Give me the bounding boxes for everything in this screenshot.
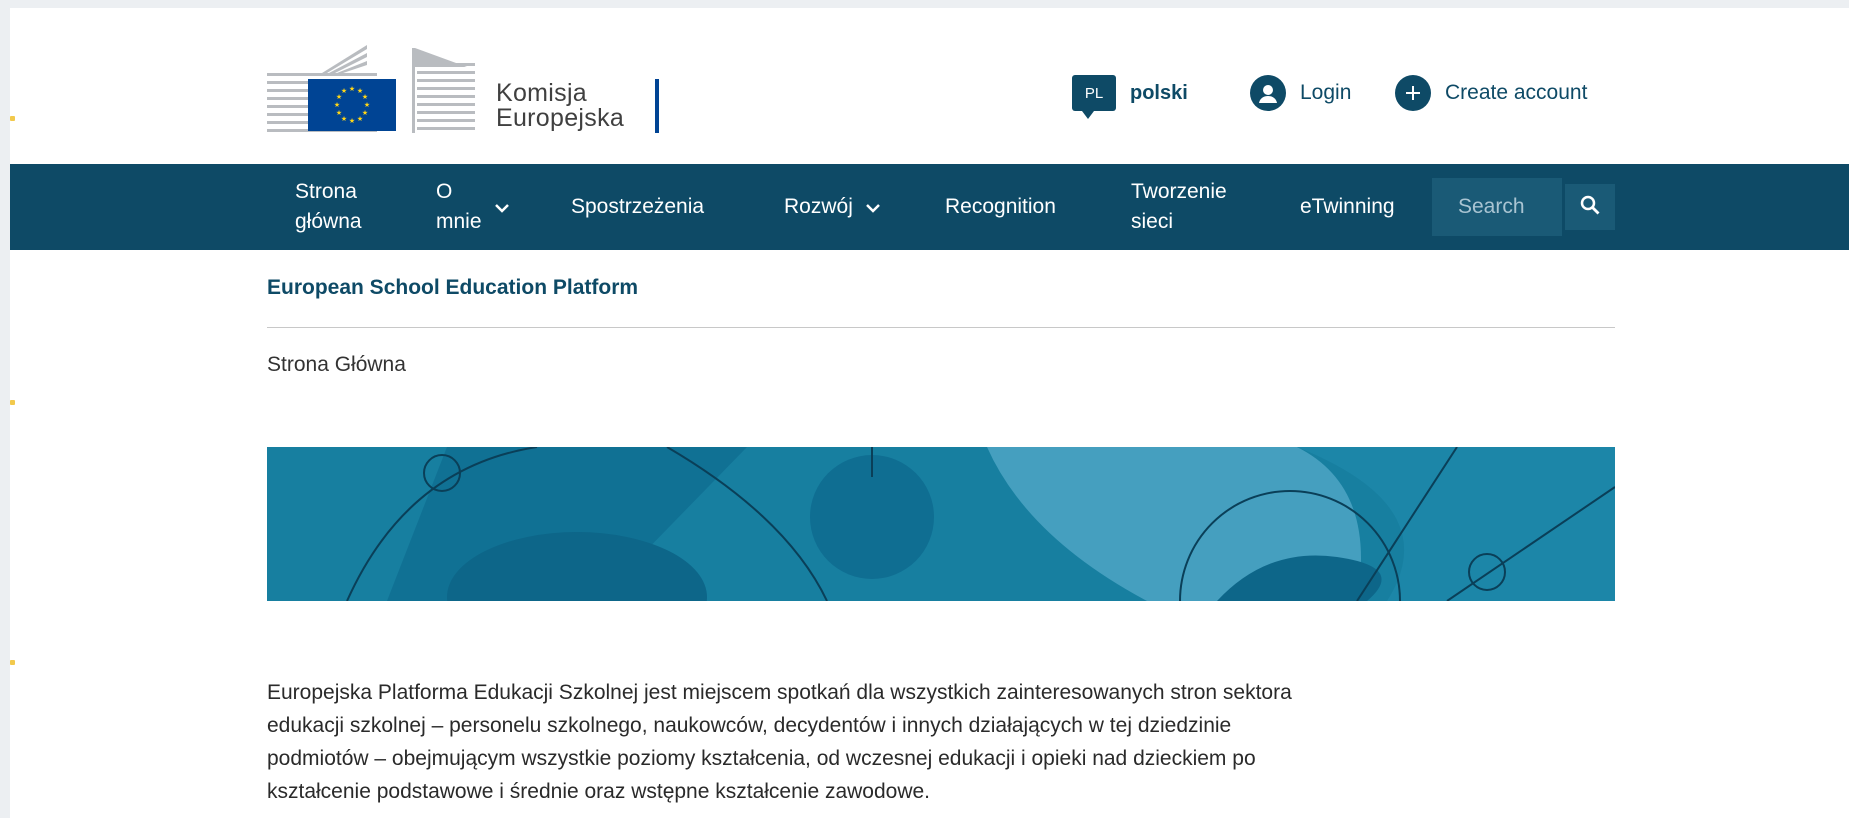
site-header: ★ ★ ★ ★ ★ ★ ★ ★ ★ ★ ★ ★ Komisja Europejska PL po… [10, 8, 1849, 164]
logo-line-2: Europejska [496, 104, 625, 132]
login-label: Login [1300, 81, 1352, 104]
ec-emblem-icon: ★ ★★ ★★★ ★★★ ★★★ [267, 45, 475, 133]
svg-text:★: ★ [336, 109, 342, 117]
nav-item-insights[interactable]: Spostrzeżenia [571, 164, 704, 250]
nav-label-line1: O [436, 180, 453, 203]
language-selector[interactable]: PL polski [1072, 73, 1188, 119]
nav-item-home[interactable]: Strona główna [295, 164, 362, 250]
european-commission-logo[interactable]: ★ ★ ★ ★ ★ ★ ★ ★ ★ ★ ★ ★ Komisja Europejska [267, 33, 662, 133]
nav-label: eTwinning [1300, 195, 1395, 218]
logo-divider [655, 79, 659, 133]
logo-line-1: Komisja [496, 79, 588, 107]
search-icon [1579, 194, 1601, 221]
language-badge: PL [1072, 75, 1116, 119]
chevron-down-icon [865, 192, 881, 222]
user-icon [1250, 75, 1286, 111]
create-account-label: Create account [1445, 81, 1588, 104]
nav-label-line2: sieci [1131, 210, 1174, 233]
svg-text:★: ★ [362, 93, 368, 101]
login-link[interactable]: Login [1250, 73, 1351, 113]
page: ★ ★ ★ ★ ★ ★ ★ ★ ★ ★ ★ ★ Komisja Europejska PL po… [10, 8, 1849, 818]
nav-label: Recognition [945, 195, 1056, 218]
nav-label-line1: Tworzenie [1131, 180, 1227, 203]
main-navigation: Strona główna Omnie Spostrzeżenia Rozwój … [10, 164, 1849, 250]
search-input[interactable]: Search [1432, 178, 1562, 236]
nav-label-line2: główna [295, 210, 362, 233]
svg-text:★: ★ [349, 117, 355, 125]
svg-text:★: ★ [357, 115, 363, 123]
nav-item-about[interactable]: Omnie [436, 164, 510, 250]
svg-text:★: ★ [334, 101, 340, 109]
nav-item-recognition[interactable]: Recognition [945, 164, 1056, 250]
plus-icon [1395, 75, 1431, 111]
chevron-down-icon [494, 192, 510, 222]
nav-label: Rozwój [784, 195, 853, 218]
breadcrumb: Strona Główna [267, 353, 406, 376]
create-account-link[interactable]: Create account [1395, 73, 1587, 113]
nav-item-development[interactable]: Rozwój [784, 164, 881, 250]
svg-text:★: ★ [341, 87, 347, 95]
svg-text:★: ★ [364, 101, 370, 109]
language-label: polski [1130, 81, 1188, 104]
nav-label: Spostrzeżenia [571, 195, 705, 218]
divider [267, 327, 1615, 328]
nav-item-networking[interactable]: Tworzenie sieci [1131, 164, 1227, 250]
intro-paragraph: Europejska Platforma Edukacji Szkolnej j… [267, 681, 1292, 803]
logo-wordmark: Komisja Europejska [496, 81, 624, 131]
nav-label-line1: Strona [295, 180, 357, 203]
nav-item-etwinning[interactable]: eTwinning [1300, 164, 1395, 250]
search-button[interactable] [1565, 184, 1615, 230]
site-title[interactable]: European School Education Platform [267, 276, 638, 300]
nav-label-line2: mnie [436, 210, 482, 233]
svg-text:★: ★ [349, 85, 355, 93]
hero-banner [267, 447, 1615, 601]
